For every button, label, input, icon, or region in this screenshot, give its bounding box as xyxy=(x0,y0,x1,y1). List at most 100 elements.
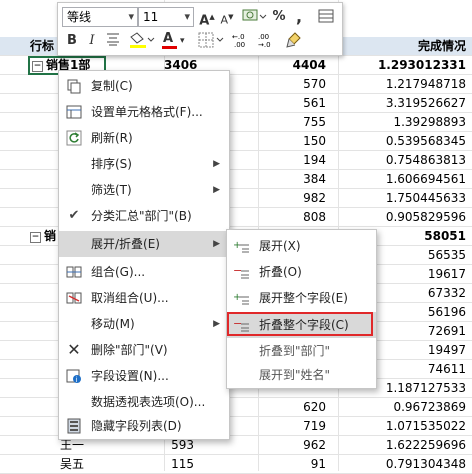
chevron-right-icon: ▶ xyxy=(213,239,220,249)
font-color-button[interactable]: A ▾ xyxy=(160,31,190,51)
cell[interactable]: 982 xyxy=(258,189,338,208)
svg-text:i: i xyxy=(76,376,78,384)
accounting-format-button[interactable] xyxy=(240,7,268,27)
italic-button[interactable]: I xyxy=(84,31,100,51)
submenu-item-expand-to-name[interactable]: 展开到"姓名" xyxy=(227,362,376,388)
menu-item-filter[interactable]: 筛选(T) ▶ xyxy=(59,177,229,203)
submenu-item-expand[interactable]: + 展开(X) xyxy=(227,233,376,259)
cell[interactable]: 4404 xyxy=(258,56,338,75)
expand-collapse-submenu: + 展开(X) − 折叠(O) + 展开整个字段(E) − 折叠整个字段(C) … xyxy=(226,229,377,389)
menu-item-label: 隐藏字段列表(D) xyxy=(91,419,182,433)
collapse-toggle-icon[interactable]: − xyxy=(30,232,41,243)
shrink-font-button[interactable]: A▼ xyxy=(218,7,236,27)
cell[interactable]: 1.071535022 xyxy=(338,417,472,436)
refresh-icon xyxy=(66,130,82,146)
cell[interactable]: 3.319526627 xyxy=(338,94,472,113)
cell[interactable]: 150 xyxy=(258,132,338,151)
menu-item-copy[interactable]: 复制(C) xyxy=(59,73,229,99)
format-cells-icon xyxy=(66,104,82,120)
bold-button[interactable]: B xyxy=(64,31,80,51)
collapse-toggle-icon[interactable]: − xyxy=(32,61,43,72)
submenu-item-collapse[interactable]: − 折叠(O) xyxy=(227,259,376,285)
cell[interactable]: 0.539568345 xyxy=(338,132,472,151)
submenu-item-collapse-to-dept[interactable]: 折叠到"部门" xyxy=(227,338,376,364)
font-size-value: 11 xyxy=(143,10,159,24)
menu-item-label: 设置单元格格式(F)... xyxy=(91,105,203,119)
cell[interactable]: 0.905829596 xyxy=(338,208,472,227)
menu-item-label: 取消组合(U)... xyxy=(91,291,169,305)
group-label-cell[interactable]: − 销 xyxy=(30,227,56,246)
submenu-item-label: 折叠(O) xyxy=(259,265,302,279)
cell[interactable]: 1.606694561 xyxy=(338,170,472,189)
menu-item-refresh[interactable]: 刷新(R) xyxy=(59,125,229,151)
chevron-down-icon: ▾ xyxy=(180,36,185,46)
borders-button[interactable] xyxy=(196,31,226,51)
cell[interactable]: 384 xyxy=(258,170,338,189)
decrease-decimal-button[interactable]: .00 →.0 xyxy=(256,31,280,51)
grow-font-button[interactable]: A▲ xyxy=(198,7,216,28)
menu-item-pivot-options[interactable]: 数据透视表选项(O)... xyxy=(59,389,229,415)
expand-icon: + xyxy=(233,238,251,254)
menu-item-label: 筛选(T) xyxy=(91,183,132,197)
svg-text:−: − xyxy=(233,265,242,277)
cell[interactable]: 962 xyxy=(258,436,338,455)
mini-toolbar: 等线 ▾ 11 ▾ A▲ A▼ % , B I A ▾ ←.0.00 .00 →.0 xyxy=(57,2,343,56)
format-painter-button[interactable] xyxy=(316,7,336,27)
clear-format-button[interactable] xyxy=(284,31,304,51)
menu-item-expand-collapse[interactable]: 展开/折叠(E) ▶ xyxy=(59,231,229,257)
cell[interactable]: 0.791304348 xyxy=(338,455,472,474)
cell[interactable]: 194 xyxy=(258,151,338,170)
cell[interactable]: 1.293012331 xyxy=(338,56,472,75)
cell[interactable]: 1.39298893 xyxy=(338,113,472,132)
cell[interactable]: 0.754863813 xyxy=(338,151,472,170)
menu-item-sort[interactable]: 排序(S) ▶ xyxy=(59,151,229,177)
cell[interactable]: 561 xyxy=(258,94,338,113)
menu-item-ungroup[interactable]: 取消组合(U)... xyxy=(59,285,229,311)
increase-decimal-button[interactable]: ←.0.00 xyxy=(230,31,254,51)
submenu-item-label: 展开整个字段(E) xyxy=(259,291,348,305)
cell[interactable]: 755 xyxy=(258,113,338,132)
font-name-select[interactable]: 等线 ▾ xyxy=(62,7,138,27)
chevron-right-icon: ▶ xyxy=(213,319,220,329)
font-size-select[interactable]: 11 ▾ xyxy=(138,7,194,27)
borders-icon xyxy=(198,32,224,48)
accounting-format-icon xyxy=(242,9,267,21)
chevron-down-icon: ▾ xyxy=(128,10,134,23)
cell[interactable]: 91 xyxy=(258,455,338,474)
delete-icon: ✕ xyxy=(67,340,81,359)
chevron-down-icon: ▾ xyxy=(184,10,190,23)
menu-item-hide-field-list[interactable]: 隐藏字段列表(D) xyxy=(59,413,229,439)
svg-text:→.0: →.0 xyxy=(258,41,271,49)
cell[interactable]: 1.750445633 xyxy=(338,189,472,208)
align-center-button[interactable] xyxy=(104,31,122,51)
percent-button[interactable]: % xyxy=(270,7,288,27)
menu-item-field-settings[interactable]: i 字段设置(N)... xyxy=(59,363,229,389)
completion-header[interactable]: 完成情况 xyxy=(338,37,472,56)
menu-item-delete[interactable]: ✕ 删除"部门"(V) xyxy=(59,337,229,363)
cell[interactable]: 1.217948718 xyxy=(338,75,472,94)
menu-item-format-cells[interactable]: 设置单元格格式(F)... xyxy=(59,99,229,125)
comma-style-button[interactable]: , xyxy=(290,7,308,27)
menu-item-label: 复制(C) xyxy=(91,79,133,93)
menu-item-subtotal[interactable]: ✔ 分类汇总"部门"(B) xyxy=(59,203,229,229)
submenu-item-expand-entire-field[interactable]: + 展开整个字段(E) xyxy=(227,285,376,311)
fill-color-button[interactable] xyxy=(126,31,156,51)
check-icon: ✔ xyxy=(68,208,80,223)
cell[interactable]: 0.96723869 xyxy=(338,398,472,417)
menu-item-move[interactable]: 移动(M) ▶ xyxy=(59,311,229,337)
cell[interactable]: 570 xyxy=(258,75,338,94)
cell[interactable]: 620 xyxy=(258,398,338,417)
cell[interactable]: 1.622259696 xyxy=(338,436,472,455)
cell[interactable]: 719 xyxy=(258,417,338,436)
field-list-icon xyxy=(66,418,82,434)
increase-decimal-icon: ←.0.00 xyxy=(232,33,245,49)
submenu-item-label: 展开(X) xyxy=(259,239,301,253)
cell[interactable]: 吴五 xyxy=(0,455,164,474)
menu-item-label: 删除"部门"(V) xyxy=(91,343,168,357)
cell[interactable]: 808 xyxy=(258,208,338,227)
cell[interactable]: 115 xyxy=(164,455,258,474)
ungroup-icon xyxy=(66,290,82,306)
menu-item-group[interactable]: 组合(G)... xyxy=(59,259,229,285)
chevron-right-icon: ▶ xyxy=(213,159,220,169)
svg-text:.00: .00 xyxy=(258,33,269,41)
